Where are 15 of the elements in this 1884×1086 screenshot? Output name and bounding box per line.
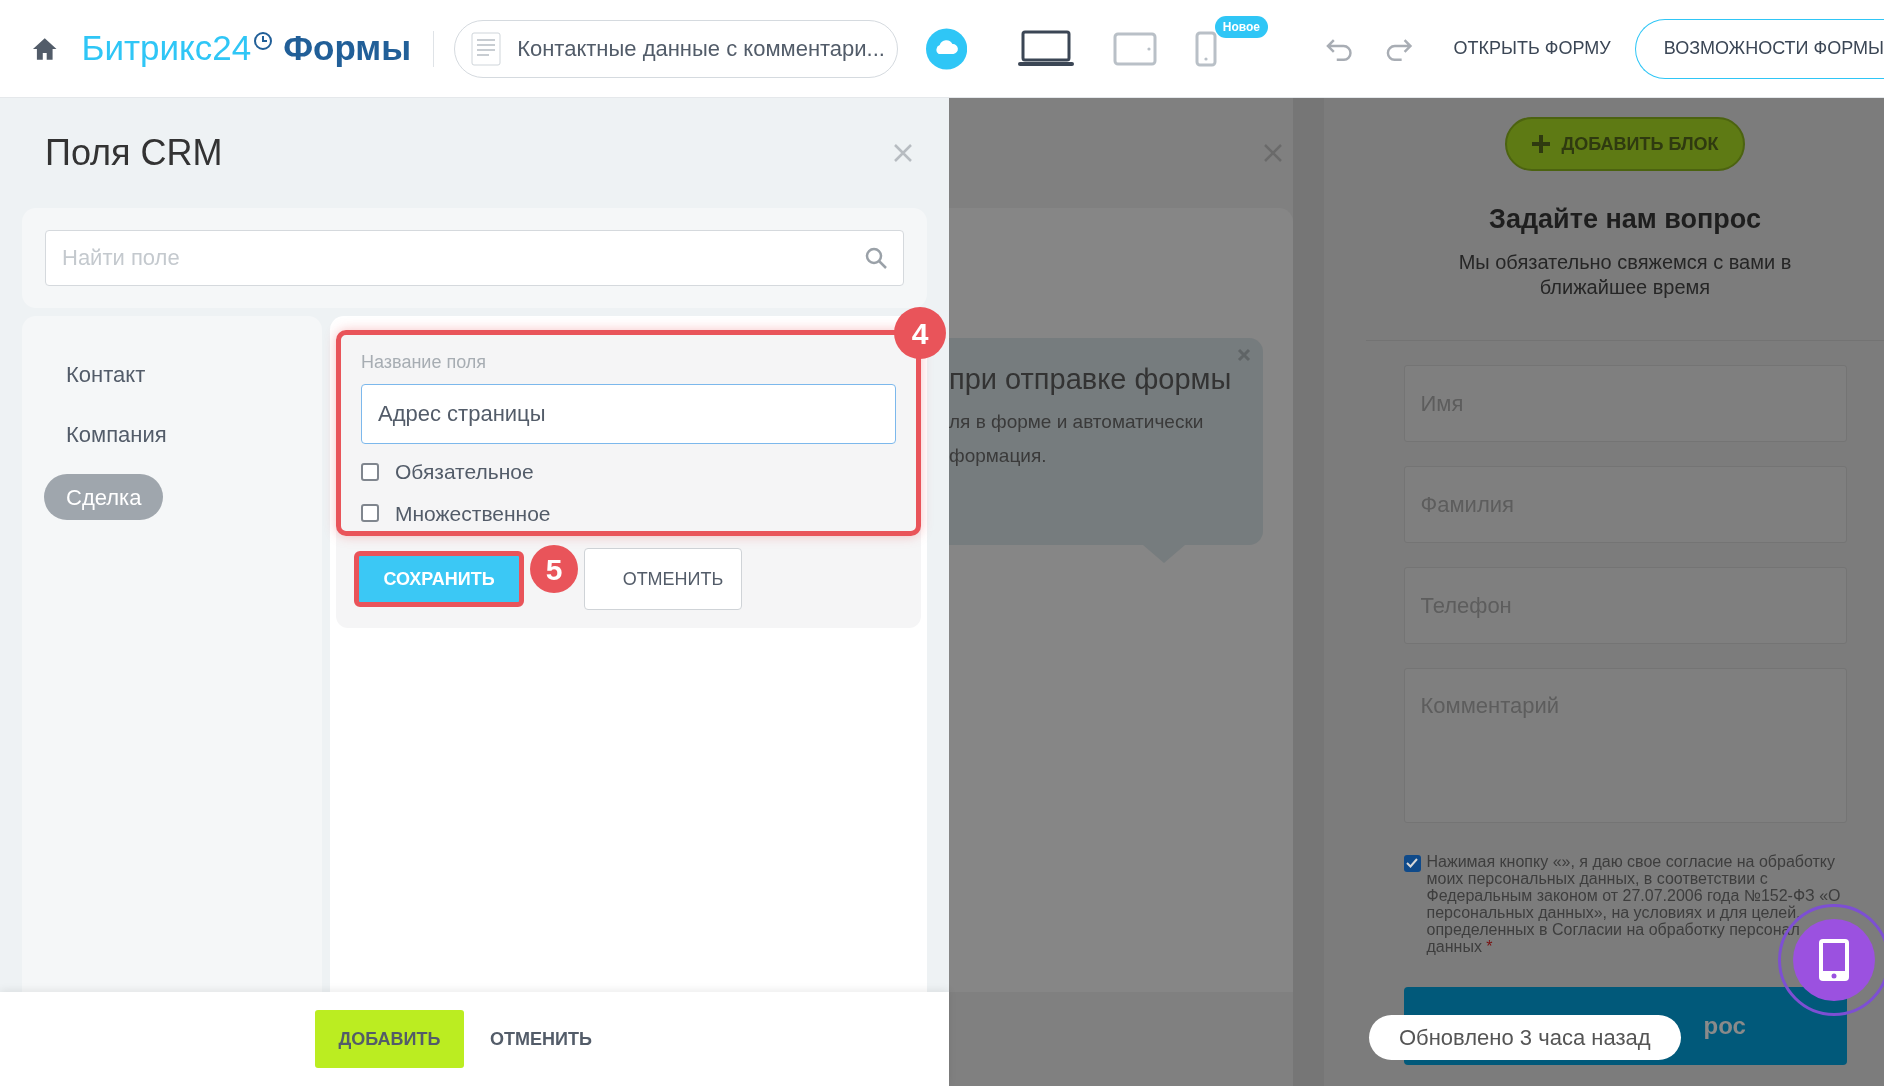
checkbox-label: Обязательное	[395, 459, 534, 485]
tooltip-title: при отправке формы	[949, 362, 1233, 397]
annotation-badge: 5	[530, 545, 578, 593]
tooltip-text: формация.	[949, 444, 1048, 468]
form-subtitle: Мы обязательно свяжемся с вами в ближайшее время	[1457, 249, 1793, 300]
new-badge: Новое	[1214, 15, 1268, 38]
checkbox-label: Множественное	[395, 500, 551, 527]
logo-brand: Битрикс24	[81, 27, 252, 70]
updated-toast: Обновлено 3 часа назад	[1369, 1015, 1681, 1060]
logo-product: Формы	[283, 27, 412, 70]
annotation-badge: 4	[894, 307, 946, 359]
field-name-label: Название поля	[361, 351, 488, 374]
panel-title: Поля CRM	[45, 131, 223, 175]
tooltip-text: ля в форме и автоматически	[949, 409, 1205, 434]
form-title: Задайте нам вопрос	[1489, 203, 1761, 236]
